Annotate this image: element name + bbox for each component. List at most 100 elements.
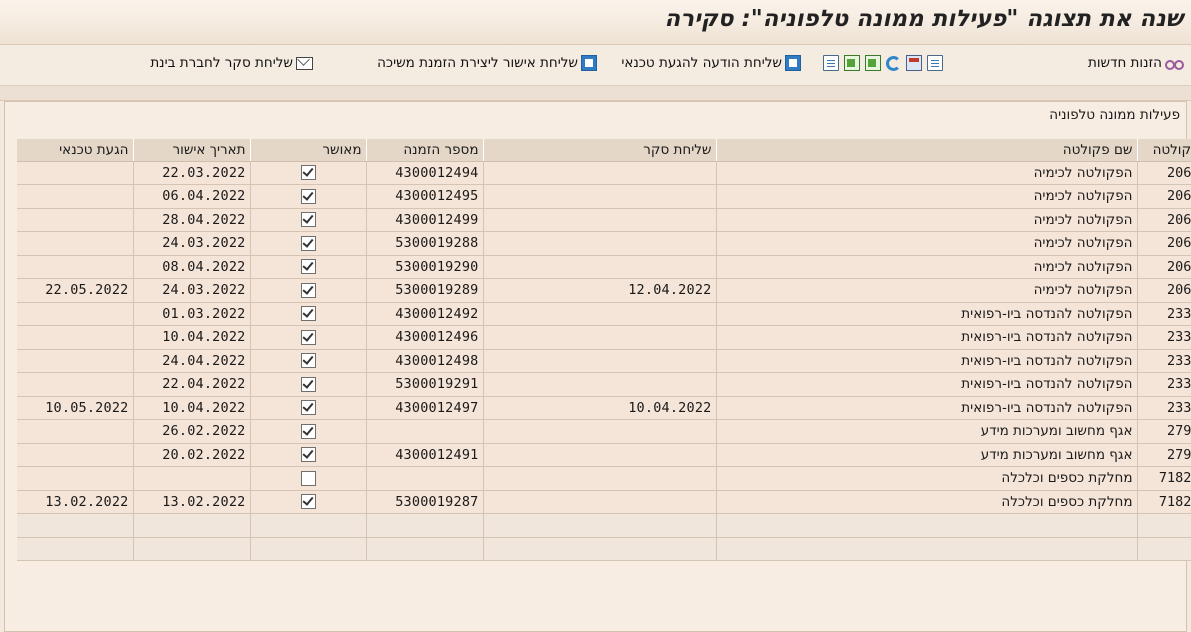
- approved-checkbox[interactable]: [300, 282, 316, 298]
- tech-arrival-cell[interactable]: [17, 208, 134, 232]
- approved-checkbox[interactable]: [300, 188, 316, 204]
- approved-checkbox[interactable]: [300, 165, 316, 181]
- new-entries-button[interactable]: הזנות חדשות: [1088, 55, 1184, 71]
- tech-arrival-cell[interactable]: [17, 255, 134, 279]
- approved-checkbox[interactable]: [300, 259, 316, 275]
- faculty-name-cell[interactable]: אגף מחשוב ומערכות מידע: [716, 419, 1138, 444]
- faculty-name-cell[interactable]: הפקולטה להנדסה ביו-רפואית: [716, 396, 1138, 420]
- approve-pickup-button[interactable]: שליחת אישור ליצירת הזמנת משיכה: [377, 55, 597, 71]
- tech-arrival-cell[interactable]: [17, 466, 134, 491]
- approved-checkbox[interactable]: [300, 400, 316, 416]
- faculty-name-cell[interactable]: הפקולטה להנדסה ביו-רפואית: [716, 349, 1138, 373]
- faculty-name-cell[interactable]: הפקולטה לכימיה: [716, 255, 1138, 279]
- table-row[interactable]: 22.05.2022 24.03.2022 5300019289 12.04.2022…: [17, 278, 1191, 303]
- faculty-name-cell[interactable]: הפקולטה לכימיה: [716, 231, 1138, 256]
- faculty-cell[interactable]: 2330: [1137, 396, 1191, 420]
- column-header-approved[interactable]: מאושר: [250, 139, 367, 162]
- approved-checkbox[interactable]: [300, 235, 316, 251]
- table-row[interactable]: 01.03.2022 4300012492 הפקולטה להנדסה ביו-ר…: [17, 302, 1191, 326]
- approved-cell: [250, 278, 367, 303]
- faculty-cell[interactable]: 2060: [1137, 208, 1191, 232]
- survey-date-cell: [483, 184, 717, 209]
- table-row[interactable]: 24.04.2022 4300012498 הפקולטה להנדסה ביו-ר…: [17, 349, 1191, 373]
- column-header-tech-arrival[interactable]: הגעת טכנאי: [17, 139, 134, 162]
- select-block-icon[interactable]: [844, 55, 860, 71]
- table-row[interactable]: 06.04.2022 4300012495 הפקולטה לכימיה2060: [17, 184, 1191, 209]
- faculty-cell[interactable]: 2330: [1137, 325, 1191, 350]
- tech-arrival-cell[interactable]: 10.05.2022: [17, 396, 134, 420]
- approved-cell: [250, 419, 367, 444]
- table-row[interactable]: 13.02.2022 13.02.2022 5300019287 מחלקת כספי…: [17, 490, 1191, 514]
- undo-icon[interactable]: [886, 55, 901, 71]
- tech-arrival-cell[interactable]: [17, 372, 134, 397]
- approved-checkbox[interactable]: [300, 306, 316, 322]
- tech-arrival-cell[interactable]: [17, 184, 134, 209]
- faculty-cell[interactable]: 2060: [1137, 184, 1191, 209]
- table-row[interactable]: 28.04.2022 4300012499 הפקולטה לכימיה2060: [17, 208, 1191, 232]
- table-row[interactable]: מחלקת כספים וכלכלה71820: [17, 466, 1191, 491]
- column-header-order-number[interactable]: מספר הזמנה: [366, 139, 484, 162]
- faculty-name-cell[interactable]: הפקולטה להנדסה ביו-רפואית: [716, 372, 1138, 397]
- save-icon[interactable]: [906, 55, 922, 71]
- table-row[interactable]: 10.04.2022 4300012496 הפקולטה להנדסה ביו-ר…: [17, 325, 1191, 350]
- tech-arrival-cell[interactable]: [17, 419, 134, 444]
- survey-date-cell: [483, 302, 717, 326]
- faculty-cell[interactable]: 2060: [1137, 278, 1191, 303]
- table-row[interactable]: 08.04.2022 5300019290 הפקולטה לכימיה2060: [17, 255, 1191, 279]
- approved-checkbox[interactable]: [300, 470, 316, 486]
- table-row[interactable]: 22.03.2022 4300012494 הפקולטה לכימיה2060: [17, 161, 1191, 185]
- select-all-icon[interactable]: [865, 55, 881, 71]
- tech-arrival-cell[interactable]: [17, 231, 134, 256]
- faculty-cell[interactable]: 2060: [1137, 255, 1191, 279]
- table-row[interactable]: 24.03.2022 5300019288 הפקולטה לכימיה2060: [17, 231, 1191, 256]
- approved-checkbox[interactable]: [300, 353, 316, 369]
- faculty-name-cell[interactable]: הפקולטה לכימיה: [716, 161, 1138, 185]
- tech-arrival-cell[interactable]: 13.02.2022: [17, 490, 134, 514]
- approved-checkbox[interactable]: [300, 494, 316, 510]
- notify-tech-button[interactable]: שליחת הודעה להגעת טכנאי: [621, 55, 801, 71]
- tech-arrival-cell[interactable]: [17, 349, 134, 373]
- column-header-faculty[interactable]: פקולטה: [1137, 139, 1191, 162]
- faculty-cell[interactable]: 2330: [1137, 302, 1191, 326]
- approved-checkbox[interactable]: [300, 447, 316, 463]
- faculty-name-cell[interactable]: הפקולטה לכימיה: [716, 184, 1138, 209]
- faculty-cell[interactable]: 2330: [1137, 372, 1191, 397]
- faculty-cell[interactable]: 2330: [1137, 349, 1191, 373]
- table-row[interactable]: 20.02.2022 4300012491 אגף מחשוב ומערכות מי…: [17, 443, 1191, 467]
- column-header-approval-date[interactable]: תאריך אישור: [133, 139, 251, 162]
- send-survey-button[interactable]: שליחת סקר לחברת בינת: [150, 55, 313, 71]
- faculty-cell[interactable]: 71820: [1137, 466, 1191, 491]
- faculty-name-cell[interactable]: הפקולטה לכימיה: [716, 278, 1138, 303]
- approval-date-cell: 10.04.2022: [133, 325, 251, 350]
- column-header-faculty-name[interactable]: שם פקולטה: [716, 139, 1138, 162]
- tech-arrival-cell[interactable]: [17, 325, 134, 350]
- column-header-survey[interactable]: שליחת סקר: [483, 139, 717, 162]
- table-row[interactable]: 10.05.2022 10.04.2022 4300012497 10.04.2022…: [17, 396, 1191, 420]
- copy-icon[interactable]: [927, 55, 943, 71]
- tech-arrival-cell[interactable]: [17, 443, 134, 467]
- tech-arrival-cell[interactable]: [17, 161, 134, 185]
- deselect-all-icon[interactable]: [823, 55, 839, 71]
- faculty-name-cell[interactable]: הפקולטה להנדסה ביו-רפואית: [716, 325, 1138, 350]
- survey-date-cell: [483, 419, 717, 444]
- faculty-name-cell[interactable]: הפקולטה לכימיה: [716, 208, 1138, 232]
- approved-checkbox[interactable]: [300, 376, 316, 392]
- faculty-cell[interactable]: 71820: [1137, 490, 1191, 514]
- send-survey-label: שליחת סקר לחברת בינת: [150, 55, 293, 71]
- faculty-name-cell[interactable]: אגף מחשוב ומערכות מידע: [716, 443, 1138, 467]
- faculty-cell[interactable]: 2790: [1137, 419, 1191, 444]
- faculty-name-cell[interactable]: הפקולטה להנדסה ביו-רפואית: [716, 302, 1138, 326]
- approved-checkbox[interactable]: [300, 212, 316, 228]
- tech-arrival-cell[interactable]: [17, 302, 134, 326]
- approved-checkbox[interactable]: [300, 329, 316, 345]
- faculty-cell[interactable]: 2060: [1137, 231, 1191, 256]
- table-row[interactable]: 22.04.2022 5300019291 הפקולטה להנדסה ביו-ר…: [17, 372, 1191, 397]
- faculty-name-cell[interactable]: מחלקת כספים וכלכלה: [716, 466, 1138, 491]
- approval-date-cell: [133, 466, 251, 491]
- table-row[interactable]: 26.02.2022 אגף מחשוב ומערכות מידע2790: [17, 419, 1191, 444]
- faculty-cell[interactable]: 2790: [1137, 443, 1191, 467]
- tech-arrival-cell[interactable]: 22.05.2022: [17, 278, 134, 303]
- approved-checkbox[interactable]: [300, 423, 316, 439]
- faculty-name-cell[interactable]: מחלקת כספים וכלכלה: [716, 490, 1138, 514]
- faculty-cell[interactable]: 2060: [1137, 161, 1191, 185]
